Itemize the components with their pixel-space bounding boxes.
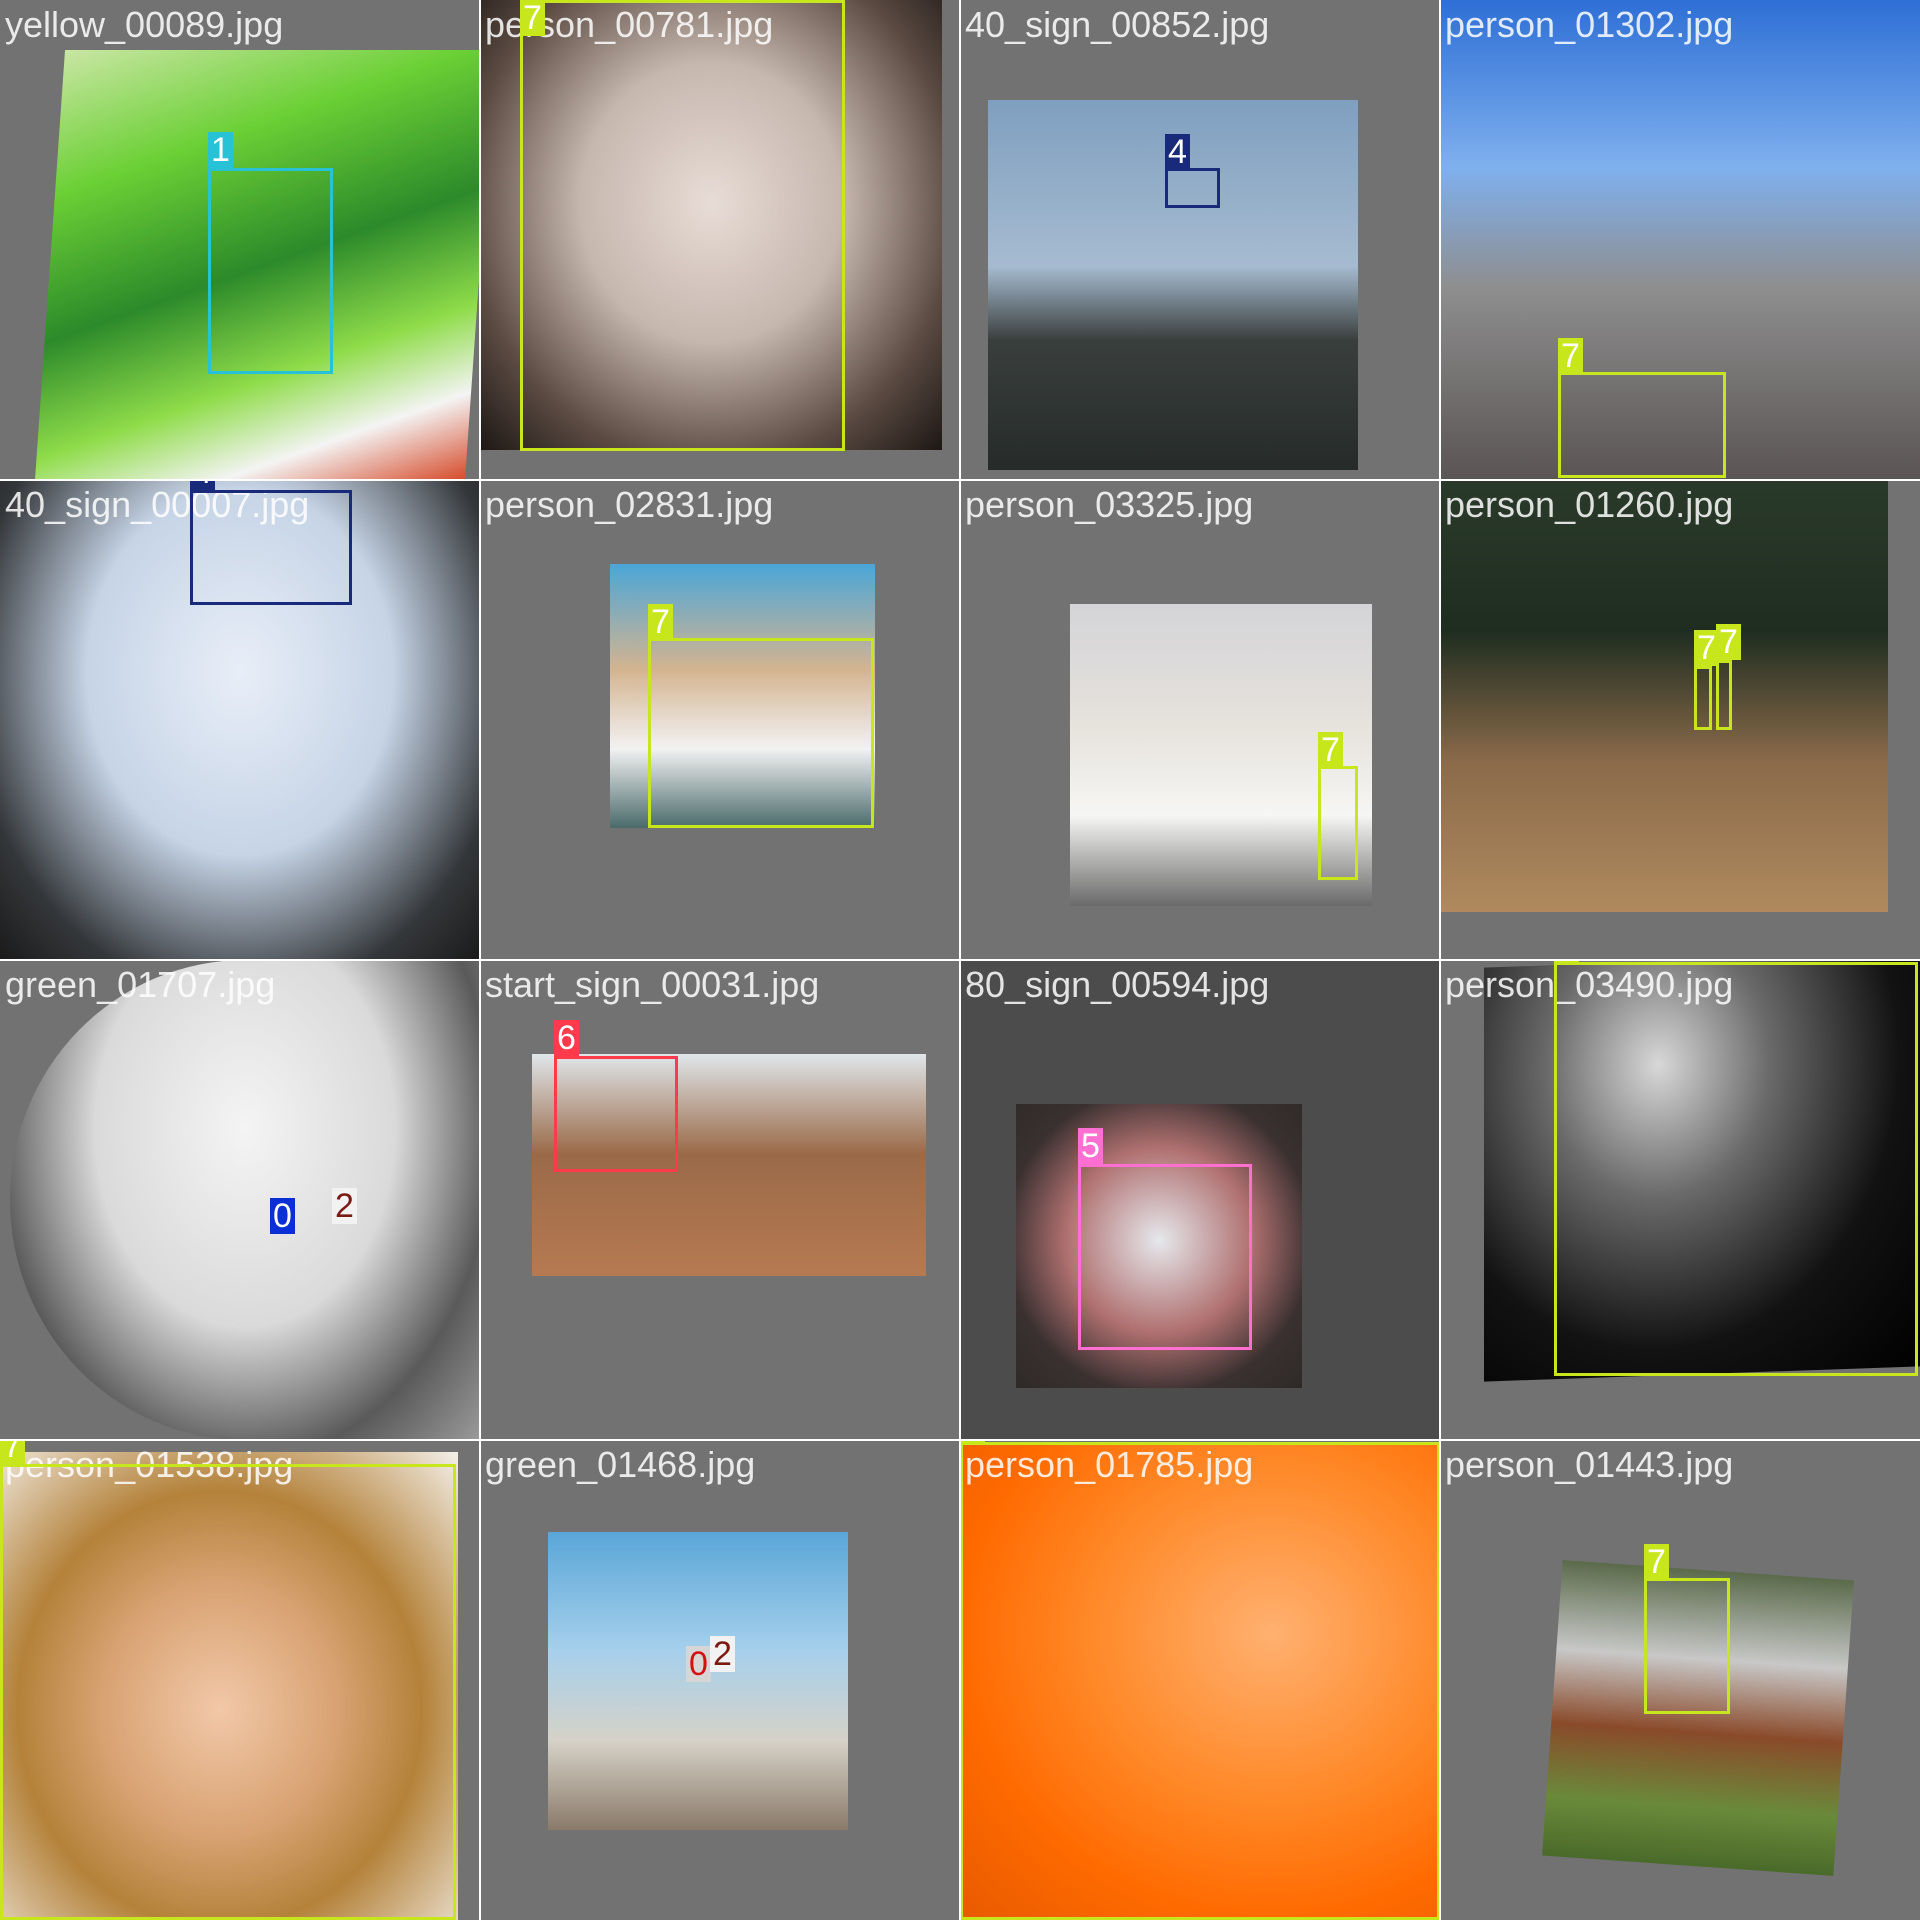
bbox-label: 5 <box>1078 1128 1103 1164</box>
photo-campsite <box>1440 480 1888 912</box>
bbox-person <box>0 1464 456 1920</box>
tile-person-03325: person_03325.jpg 7 <box>960 480 1440 960</box>
tile-40-sign-00007: 40_sign_00007.jpg 4 <box>0 480 480 960</box>
bbox-person <box>1644 1578 1730 1714</box>
tile-filename: start_sign_00031.jpg <box>485 964 820 1005</box>
tile-40-sign-00852: 40_sign_00852.jpg 4 <box>960 0 1440 480</box>
grid-divider <box>0 1439 1920 1441</box>
tile-person-01785: person_01785.jpg 7 <box>960 1440 1440 1920</box>
bbox-label: 7 <box>1716 624 1741 660</box>
tile-person-01260: person_01260.jpg 7 7 <box>1440 480 1920 960</box>
tile-green-01468: green_01468.jpg 0 2 <box>480 1440 960 1920</box>
tile-filename: green_01707.jpg <box>5 964 276 1005</box>
tile-person-01538: person_01538.jpg 7 <box>0 1440 480 1920</box>
bbox-label: 2 <box>710 1636 735 1672</box>
tile-filename: person_01443.jpg <box>1445 1444 1734 1485</box>
tile-person-01302: person_01302.jpg 7 <box>1440 0 1920 480</box>
bbox-person <box>1716 660 1732 730</box>
bbox-label: 2 <box>332 1188 357 1224</box>
bbox-label: 1 <box>208 132 233 168</box>
tile-80-sign-00594: 80_sign_00594.jpg 5 <box>960 960 1440 1440</box>
bbox-label: 7 <box>648 604 673 640</box>
tile-start-sign-00031: start_sign_00031.jpg 6 <box>480 960 960 1440</box>
bbox-40-sign <box>190 490 352 605</box>
tile-person-01443: person_01443.jpg 7 <box>1440 1440 1920 1920</box>
bbox-person <box>960 1442 1440 1920</box>
bbox-person <box>1694 666 1712 730</box>
bbox-label: 0 <box>686 1646 711 1682</box>
tile-person-00781: person_00781.jpg 7 <box>480 0 960 480</box>
tile-filename: 40_sign_00852.jpg <box>965 4 1270 45</box>
tile-filename: yellow_00089.jpg <box>5 4 284 45</box>
bbox-label: 0 <box>270 1198 295 1234</box>
tile-filename: person_02831.jpg <box>485 484 774 525</box>
bbox-label: 7 <box>520 0 545 36</box>
bbox-label: 7 <box>1644 1544 1669 1580</box>
bbox-label: 6 <box>554 1020 579 1056</box>
bbox-person <box>520 0 845 451</box>
bbox-label: 4 <box>190 480 215 490</box>
tile-yellow-00089: yellow_00089.jpg 1 <box>0 0 480 480</box>
bbox-person <box>1318 766 1358 880</box>
tile-filename: 80_sign_00594.jpg <box>965 964 1270 1005</box>
tile-filename: green_01468.jpg <box>485 1444 756 1485</box>
tile-filename: person_01302.jpg <box>1445 4 1734 45</box>
tile-filename: person_03325.jpg <box>965 484 1254 525</box>
bbox-start-sign <box>554 1056 678 1172</box>
bbox-label: 4 <box>1165 134 1190 170</box>
detection-mosaic: yellow_00089.jpg 1 person_00781.jpg 7 40… <box>0 0 1920 1920</box>
bbox-label: 7 <box>0 1440 25 1464</box>
bbox-yellow-light <box>208 168 333 374</box>
tile-filename: person_01260.jpg <box>1445 484 1734 525</box>
bbox-label: 7 <box>1318 732 1343 768</box>
bbox-80-sign <box>1078 1164 1252 1350</box>
photo-road-fisheye <box>10 960 480 1440</box>
tile-person-03490: person_03490.jpg 7 <box>1440 960 1920 1440</box>
grid-divider <box>0 959 1920 961</box>
bbox-person <box>648 638 874 828</box>
grid-divider <box>0 479 1920 481</box>
bbox-label: 7 <box>1558 338 1583 374</box>
tile-green-01707: green_01707.jpg 0 2 <box>0 960 480 1440</box>
bbox-40-sign <box>1165 168 1220 208</box>
bbox-person <box>1558 372 1726 478</box>
tile-person-02831: person_02831.jpg 7 <box>480 480 960 960</box>
bbox-person <box>1554 962 1918 1376</box>
